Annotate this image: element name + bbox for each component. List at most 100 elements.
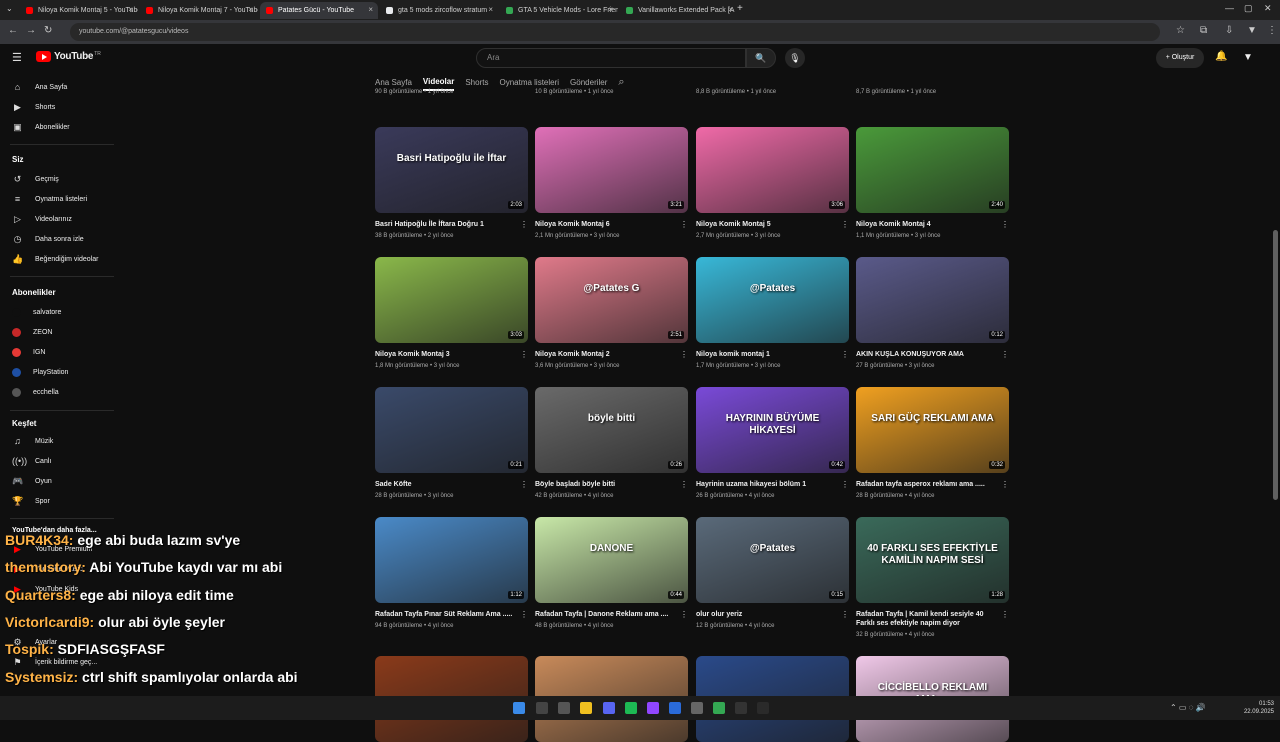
video-title[interactable]: Böyle başladı böyle bitti [535, 480, 675, 489]
video-card[interactable]: 1:12 Rafadan Tayfa Pınar Süt Reklamı Ama … [375, 517, 528, 629]
video-title[interactable]: Niloya Komik Montaj 3 [375, 350, 515, 359]
browser-tab[interactable]: Patates Gücü - YouTube × [260, 2, 378, 19]
obs-icon[interactable] [757, 702, 769, 714]
video-thumbnail[interactable]: HAYRININ BÜYÜME HİKAYESİ 0:42 [696, 387, 849, 473]
sidebar-subscription[interactable]: IGN [12, 345, 45, 359]
close-window-button[interactable]: ✕ [1264, 3, 1272, 14]
video-menu-icon[interactable]: ⋮ [1001, 480, 1009, 489]
video-title[interactable]: Sade Köfte [375, 480, 515, 489]
video-thumbnail[interactable]: @Patates G 2:51 [535, 257, 688, 343]
video-card[interactable]: 2:40 Niloya Komik Montaj 4 1,1 Mn görüntül… [856, 127, 1009, 239]
video-title[interactable]: Rafadan tayfa asperox reklamı ama ..... [856, 480, 996, 489]
video-title[interactable]: Niloya Komik Montaj 2 [535, 350, 675, 359]
channel-tab[interactable]: Shorts [465, 78, 488, 90]
video-title[interactable]: Niloya Komik Montaj 5 [696, 220, 836, 229]
video-card[interactable]: @Patates 0:15 olur olur yeriz 12 B görüntül… [696, 517, 849, 629]
search-button[interactable]: 🔍 [746, 48, 776, 68]
video-title[interactable]: Basri Hatipoğlu İle İftara Doğru 1 [375, 220, 515, 229]
video-card[interactable]: 3:21 Niloya Komik Montaj 6 2,1 Mn görüntül… [535, 127, 688, 239]
youtube-logo[interactable]: YouTube TR [36, 51, 101, 62]
discord-icon[interactable] [603, 702, 615, 714]
video-menu-icon[interactable]: ⋮ [520, 480, 528, 489]
sidebar-subscription[interactable]: salvatore [12, 305, 61, 319]
video-thumbnail[interactable]: böyle bitti 0:26 [535, 387, 688, 473]
video-menu-icon[interactable]: ⋮ [520, 220, 528, 229]
video-card[interactable]: 3:03 Niloya Komik Montaj 3 1,8 Mn görüntül… [375, 257, 528, 369]
video-card[interactable]: 3:06 Niloya Komik Montaj 5 2,7 Mn görüntül… [696, 127, 849, 239]
video-menu-icon[interactable]: ⋮ [520, 610, 528, 619]
tab-close-icon[interactable]: × [728, 5, 733, 14]
sidebar-subscription[interactable]: ZEON [12, 325, 52, 339]
sidebar-heading-subscriptions[interactable]: Abonelikler [12, 288, 56, 297]
notion-icon[interactable] [691, 702, 703, 714]
tab-close-icon[interactable]: × [488, 5, 493, 14]
video-thumbnail[interactable]: 40 FARKLI SES EFEKTİYLE KAMİLİN NAPIM SE… [856, 517, 1009, 603]
video-thumbnail[interactable]: 2:40 [856, 127, 1009, 213]
video-title[interactable]: Hayrinin uzama hikayesi bölüm 1 [696, 480, 836, 489]
account-avatar[interactable]: ▼ [1243, 52, 1253, 63]
video-title[interactable]: Niloya komik montaj 1 [696, 350, 836, 359]
video-card[interactable]: @Patates G 2:51 Niloya Komik Montaj 2 3,6 M… [535, 257, 688, 369]
file-explorer-icon[interactable] [580, 702, 592, 714]
tab-close-icon[interactable]: × [128, 5, 133, 14]
video-thumbnail[interactable]: @Patates [696, 257, 849, 343]
steam-icon[interactable] [669, 702, 681, 714]
browser-tab[interactable]: gta 5 mods zircoflow stratum × [380, 2, 498, 19]
create-button[interactable]: + Oluştur [1156, 48, 1204, 68]
video-title[interactable]: Rafadan Tayfa | Danone Reklamı ama .... [535, 610, 675, 619]
video-thumbnail[interactable]: 0:12 [856, 257, 1009, 343]
video-title[interactable]: olur olur yeriz [696, 610, 836, 619]
address-bar[interactable]: youtube.com/@patatesgucu/videos [70, 23, 1160, 41]
sidebar-item[interactable]: ▷ Videolarınız [12, 212, 72, 226]
video-menu-icon[interactable]: ⋮ [680, 480, 688, 489]
video-card[interactable]: 0:21 Sade Köfte 28 B görüntüleme • 3 yıl ö… [375, 387, 528, 499]
taskbar-search-icon[interactable] [536, 702, 548, 714]
search-input[interactable]: Ara [476, 48, 746, 68]
video-menu-icon[interactable]: ⋮ [680, 350, 688, 359]
video-card[interactable]: böyle bitti 0:26 Böyle başladı böyle bitti… [535, 387, 688, 499]
sidebar-item[interactable]: ((•)) Canlı [12, 454, 51, 468]
video-card[interactable]: SARI GÜÇ REKLAMI AMA 0:32 Rafadan tayfa as… [856, 387, 1009, 499]
sidebar-item[interactable]: ↺ Geçmiş [12, 172, 59, 186]
bookmark-star-icon[interactable]: ☆ [1176, 25, 1185, 36]
video-card[interactable]: HAYRININ BÜYÜME HİKAYESİ 0:42 Hayrinin uza… [696, 387, 849, 499]
sidebar-item[interactable]: ▶ Shorts [12, 100, 55, 114]
browser-tab[interactable]: Vanillaworks Extended Pack [A × [620, 2, 738, 19]
video-menu-icon[interactable]: ⋮ [1001, 350, 1009, 359]
sidebar-item[interactable]: 🏆 Spor [12, 494, 50, 508]
sidebar-item[interactable]: ◷ Daha sonra izle [12, 232, 84, 246]
spotify-icon[interactable] [625, 702, 637, 714]
video-menu-icon[interactable]: ⋮ [841, 350, 849, 359]
sidebar-subscription[interactable]: PlayStation [12, 365, 68, 379]
tab-search-icon[interactable]: ⌄ [6, 4, 13, 13]
video-thumbnail[interactable]: 1:12 [375, 517, 528, 603]
video-menu-icon[interactable]: ⋮ [841, 480, 849, 489]
video-thumbnail[interactable]: DANONE 0:44 [535, 517, 688, 603]
video-thumbnail[interactable]: 3:21 [535, 127, 688, 213]
video-menu-icon[interactable]: ⋮ [841, 610, 849, 619]
page-scrollbar-thumb[interactable] [1273, 230, 1278, 500]
back-icon[interactable]: ← [8, 25, 18, 36]
video-menu-icon[interactable]: ⋮ [520, 350, 528, 359]
video-thumbnail[interactable]: SARI GÜÇ REKLAMI AMA 0:32 [856, 387, 1009, 473]
maximize-button[interactable]: ▢ [1244, 3, 1253, 14]
minimize-button[interactable]: — [1225, 3, 1234, 13]
video-card[interactable]: @Patates Niloya komik montaj 1 1,7 Mn görü… [696, 257, 849, 369]
sidebar-subscription[interactable]: ecchella [12, 385, 59, 399]
download-icon[interactable]: ⇩ [1225, 25, 1233, 36]
browser-tab[interactable]: GTA 5 Vehicle Mods - Lore Frien × [500, 2, 618, 19]
video-title[interactable]: Rafadan Tayfa | Kamil kendi sesiyle 40 F… [856, 610, 996, 628]
forward-icon[interactable]: → [26, 25, 36, 36]
video-thumbnail[interactable]: 3:06 [696, 127, 849, 213]
video-menu-icon[interactable]: ⋮ [1001, 220, 1009, 229]
video-title[interactable]: Niloya Komik Montaj 4 [856, 220, 996, 229]
hamburger-menu-icon[interactable]: ☰ [12, 51, 22, 64]
new-tab-icon[interactable]: + [737, 3, 743, 14]
channel-search-icon[interactable]: ⌕ [618, 76, 624, 92]
sidebar-item[interactable]: ♫ Müzik [12, 434, 53, 448]
video-card[interactable]: 0:12 AKIN KUŞLA KONUŞUYOR AMA 27 B görüntü… [856, 257, 1009, 369]
video-card[interactable]: DANONE 0:44 Rafadan Tayfa | Danone Reklamı… [535, 517, 688, 629]
video-menu-icon[interactable]: ⋮ [680, 220, 688, 229]
sidebar-item[interactable]: ≡ Oynatma listeleri [12, 192, 87, 206]
taskbar-app-icon[interactable] [558, 702, 570, 714]
